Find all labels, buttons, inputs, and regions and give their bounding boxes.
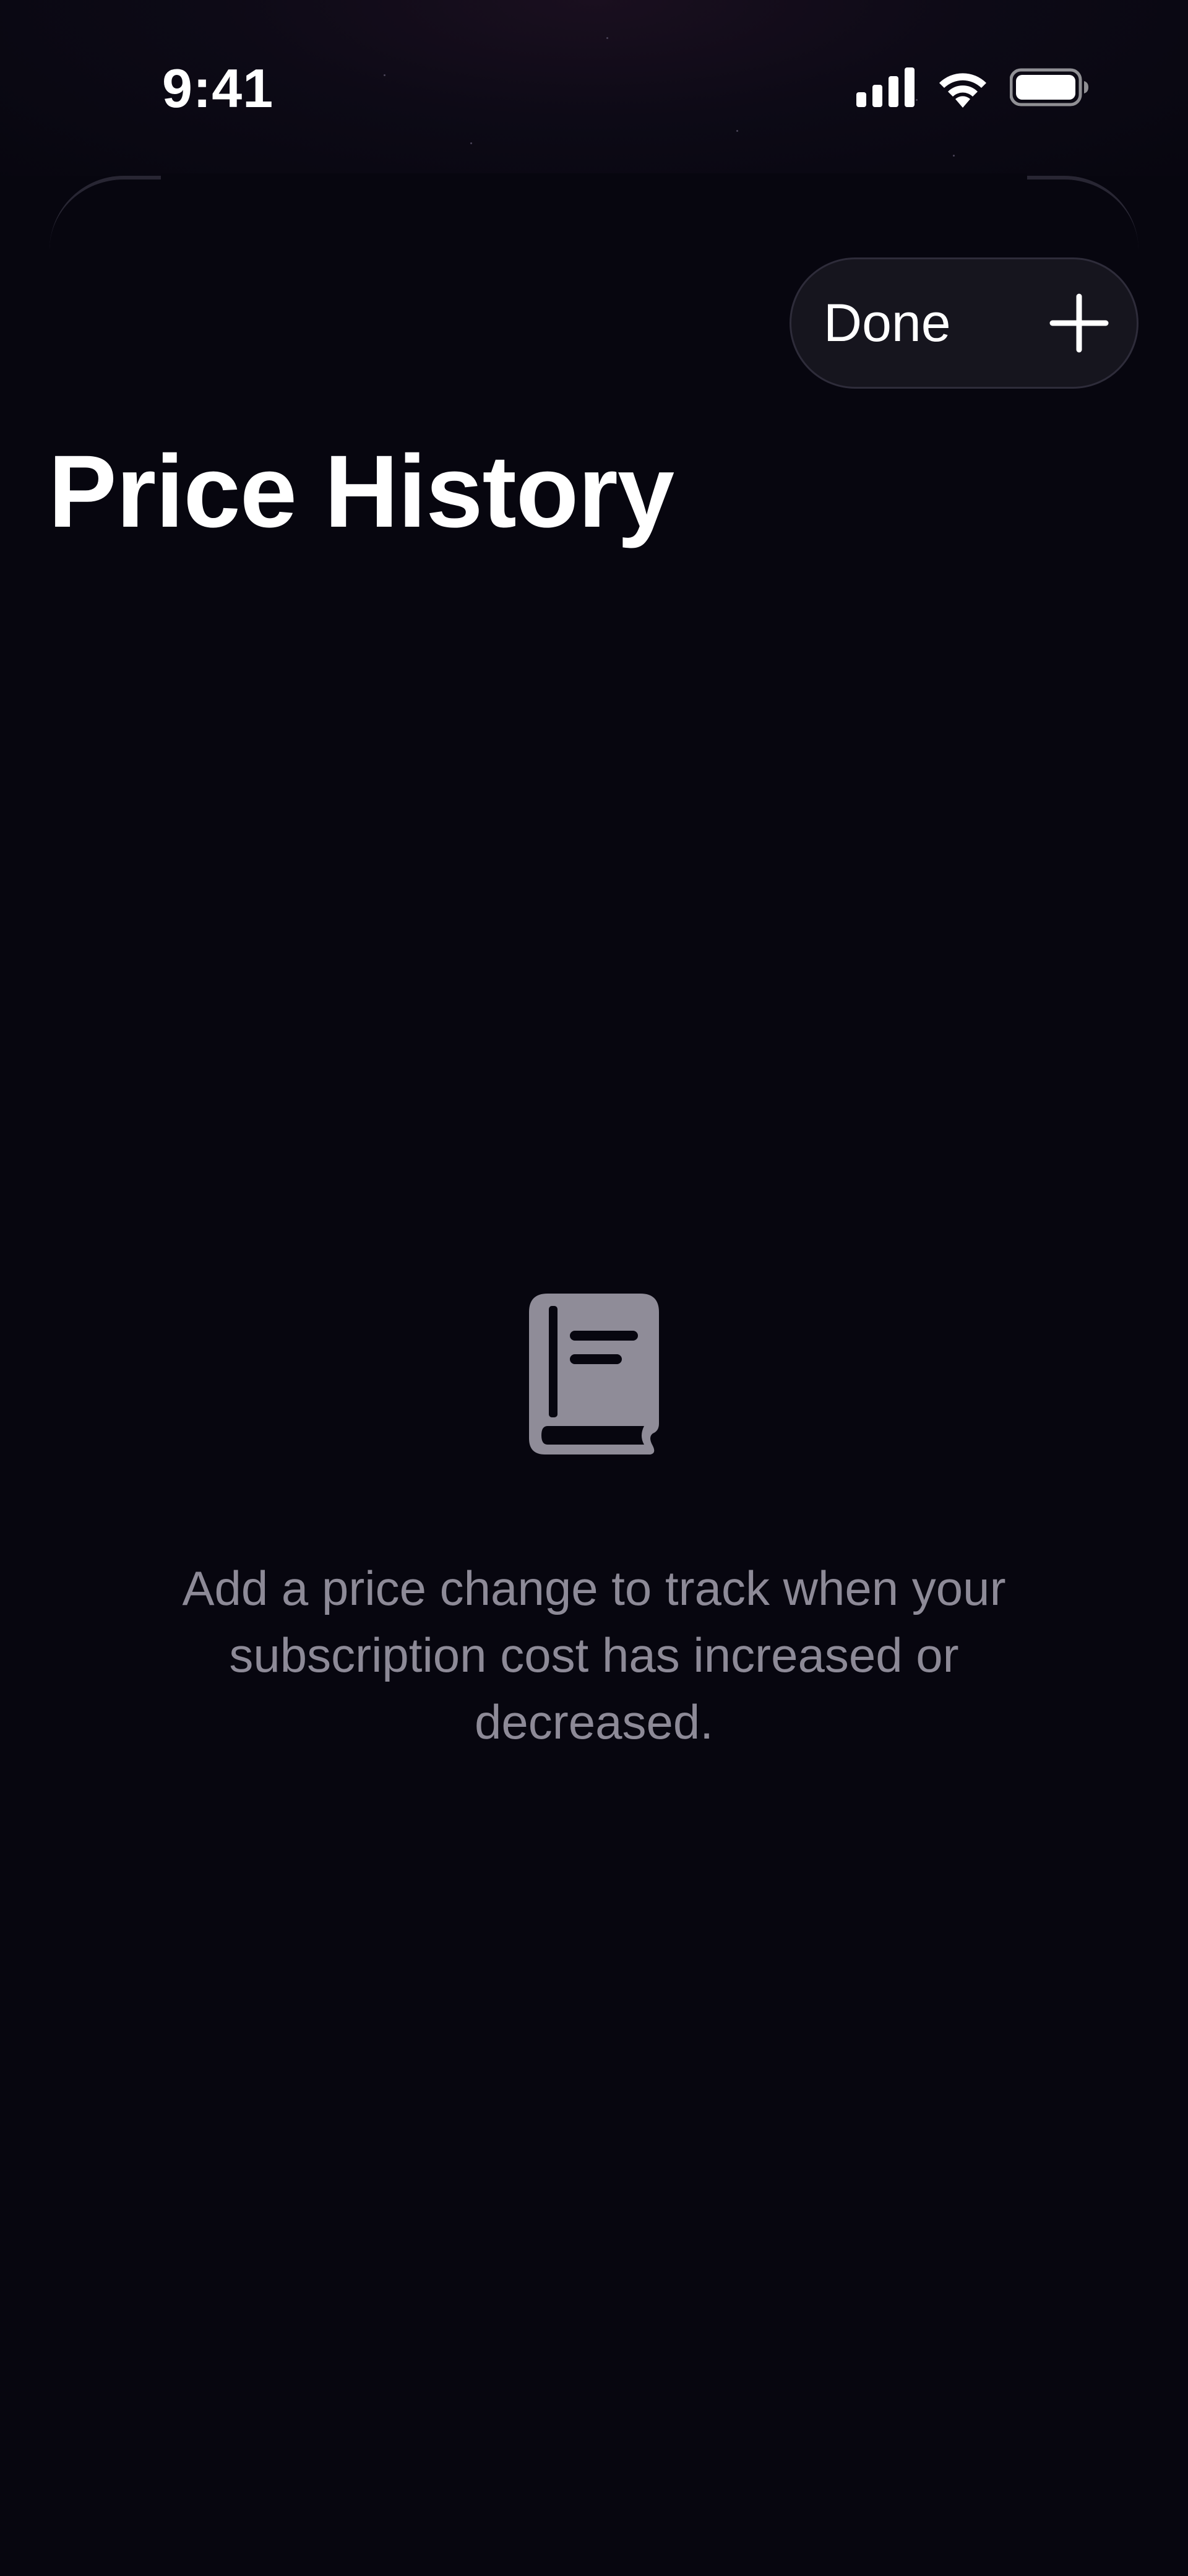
toolbar-pill: Done — [790, 257, 1138, 389]
done-button[interactable]: Done — [824, 259, 951, 387]
status-time: 9:41 — [162, 58, 274, 119]
sheet-edge-cover — [161, 173, 1027, 198]
battery-icon — [1010, 68, 1088, 106]
status-bar: 9:41 — [0, 0, 1188, 173]
status-icons — [856, 67, 1089, 108]
price-history-screen: 9:41 Done Price History Add a price chan… — [0, 0, 1188, 2576]
cellular-signal-icon — [856, 67, 915, 107]
wifi-icon — [939, 73, 986, 108]
empty-state-message: Add a price change to track when your su… — [182, 1561, 1006, 1749]
plus-icon — [1049, 293, 1109, 353]
book-icon — [529, 1294, 659, 1454]
add-price-change-button[interactable] — [1046, 290, 1112, 356]
empty-state: Add a price change to track when your su… — [0, 1294, 1188, 1755]
page-title: Price History — [48, 434, 674, 549]
